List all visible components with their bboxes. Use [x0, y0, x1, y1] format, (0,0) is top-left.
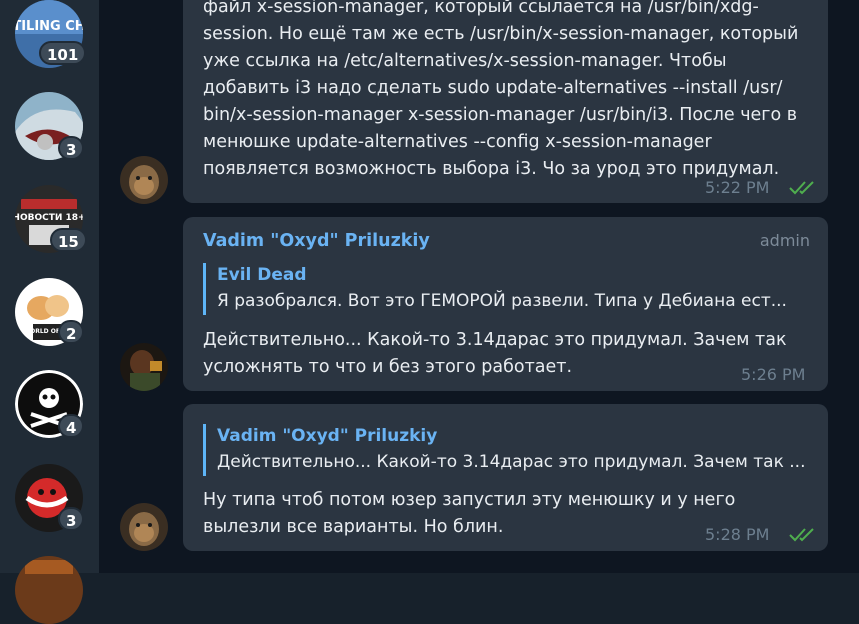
double-check-icon: [789, 528, 814, 542]
unread-badge: 3: [58, 136, 85, 160]
unread-badge: 15: [50, 228, 87, 252]
partial-avatar-image: [15, 556, 83, 624]
unread-badge: 101: [39, 41, 87, 65]
reply-text: Действительно... Какой-то 3.14дарас это …: [217, 452, 806, 472]
message-time: 5:28 PM: [705, 525, 770, 544]
message-time: 5:22 PM: [705, 178, 770, 197]
message-bubble[interactable]: файл x-session-manager, который ссылаетс…: [183, 0, 828, 203]
admin-badge: admin: [759, 231, 810, 250]
user-avatar-image: [120, 343, 168, 391]
svg-text:НОВОСТИ 18+: НОВОСТИ 18+: [15, 213, 83, 223]
message-text-top: файл x-session-manager, который ссылаетс…: [203, 0, 759, 17]
double-check-icon: [789, 181, 814, 195]
reply-author: Vadim "Oxyd" Priluzkiy: [217, 426, 438, 446]
sender-avatar[interactable]: [120, 503, 168, 551]
sender-avatar[interactable]: [120, 343, 168, 391]
chat-avatar-partial[interactable]: [15, 556, 83, 624]
reply-text: Я разобрался. Вот это ГЕМОРОЙ развели. Т…: [217, 291, 787, 311]
message-text: Действительно... Какой-то 3.14дарас это …: [203, 330, 787, 377]
chat-list-sidebar: TILING CH 101 3 НОВОСТИ 18+ 15 WORLD OF …: [0, 0, 99, 624]
user-avatar-image: [120, 503, 168, 551]
reply-author: Evil Dead: [217, 265, 307, 285]
message-text: session. Но ещё там же есть /usr/bin/x-s…: [203, 24, 799, 179]
reply-quote[interactable]: Vadim "Oxyd" Priluzkiy Действительно... …: [203, 424, 814, 476]
user-avatar-image: [120, 156, 168, 204]
message-bubble[interactable]: Vadim "Oxyd" Priluzkiy admin Evil Dead Я…: [183, 217, 828, 391]
sender-avatar[interactable]: [120, 156, 168, 204]
unread-badge: 4: [58, 414, 85, 438]
svg-text:TILING CH: TILING CH: [15, 19, 83, 34]
reply-quote[interactable]: Evil Dead Я разобрался. Вот это ГЕМОРОЙ …: [203, 263, 814, 315]
message-time: 5:26 PM: [741, 365, 806, 384]
sender-name[interactable]: Vadim "Oxyd" Priluzkiy: [203, 231, 430, 251]
unread-badge: 3: [58, 507, 85, 531]
message-bubble[interactable]: Vadim "Oxyd" Priluzkiy Действительно... …: [183, 404, 828, 551]
unread-badge: 2: [58, 320, 85, 344]
